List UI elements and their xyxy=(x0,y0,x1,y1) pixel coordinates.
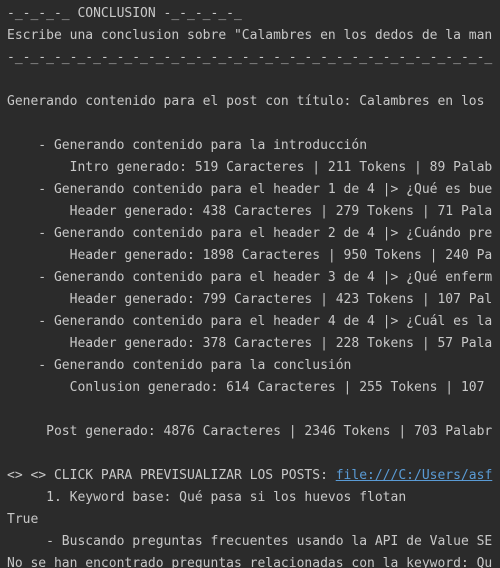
header-4-step-line: - Generando contenido para el header 4 d… xyxy=(7,314,493,329)
conclusion-step-line: - Generando contenido para la conclusión xyxy=(7,358,352,373)
header-2-step-line: - Generando contenido para el header 2 d… xyxy=(7,226,493,241)
conclusion-banner: -_-_-_-_ CONCLUSION -_-_-_-_-_ xyxy=(7,6,242,21)
header-2-result-line: Header generado: 1898 Caracteres | 950 T… xyxy=(7,248,493,263)
separator-line: -_-_-_-_-_-_-_-_-_-_-_-_-_-_-_-_-_-_-_-_… xyxy=(7,50,493,65)
post-generation-line: Generando contenido para el post con tít… xyxy=(7,94,485,109)
conclusion-prompt-line: Escribe una conclusion sobre "Calambres … xyxy=(7,28,493,43)
preview-label: <> <> CLICK PARA PREVISUALIZAR LOS POSTS… xyxy=(7,468,336,483)
conclusion-result-line: Conlusion generado: 614 Caracteres | 255… xyxy=(7,380,485,395)
preview-line: <> <> CLICK PARA PREVISUALIZAR LOS POSTS… xyxy=(7,465,492,487)
header-3-step-line: - Generando contenido para el header 3 d… xyxy=(7,270,493,285)
faq-search-line: - Buscando preguntas frecuentes usando l… xyxy=(7,534,493,549)
keyword-base-line: 1. Keyword base: Qué pasa si los huevos … xyxy=(7,490,407,505)
intro-step-line: - Generando contenido para la introducci… xyxy=(7,138,368,153)
header-3-result-line: Header generado: 799 Caracteres | 423 To… xyxy=(7,292,493,307)
no-questions-line: No se han encontrado preguntas relaciona… xyxy=(7,556,493,568)
intro-result-line: Intro generado: 519 Caracteres | 211 Tok… xyxy=(7,160,493,175)
boolean-output-line: True xyxy=(7,512,39,527)
post-total-line: Post generado: 4876 Caracteres | 2346 To… xyxy=(7,424,493,439)
header-1-step-line: - Generando contenido para el header 1 d… xyxy=(7,182,493,197)
console-output: -_-_-_-_ CONCLUSION -_-_-_-_-_ Escribe u… xyxy=(0,0,500,568)
header-1-result-line: Header generado: 438 Caracteres | 279 To… xyxy=(7,204,493,219)
preview-file-link[interactable]: file:///C:/Users/asf xyxy=(336,468,493,483)
header-4-result-line: Header generado: 378 Caracteres | 228 To… xyxy=(7,336,493,351)
